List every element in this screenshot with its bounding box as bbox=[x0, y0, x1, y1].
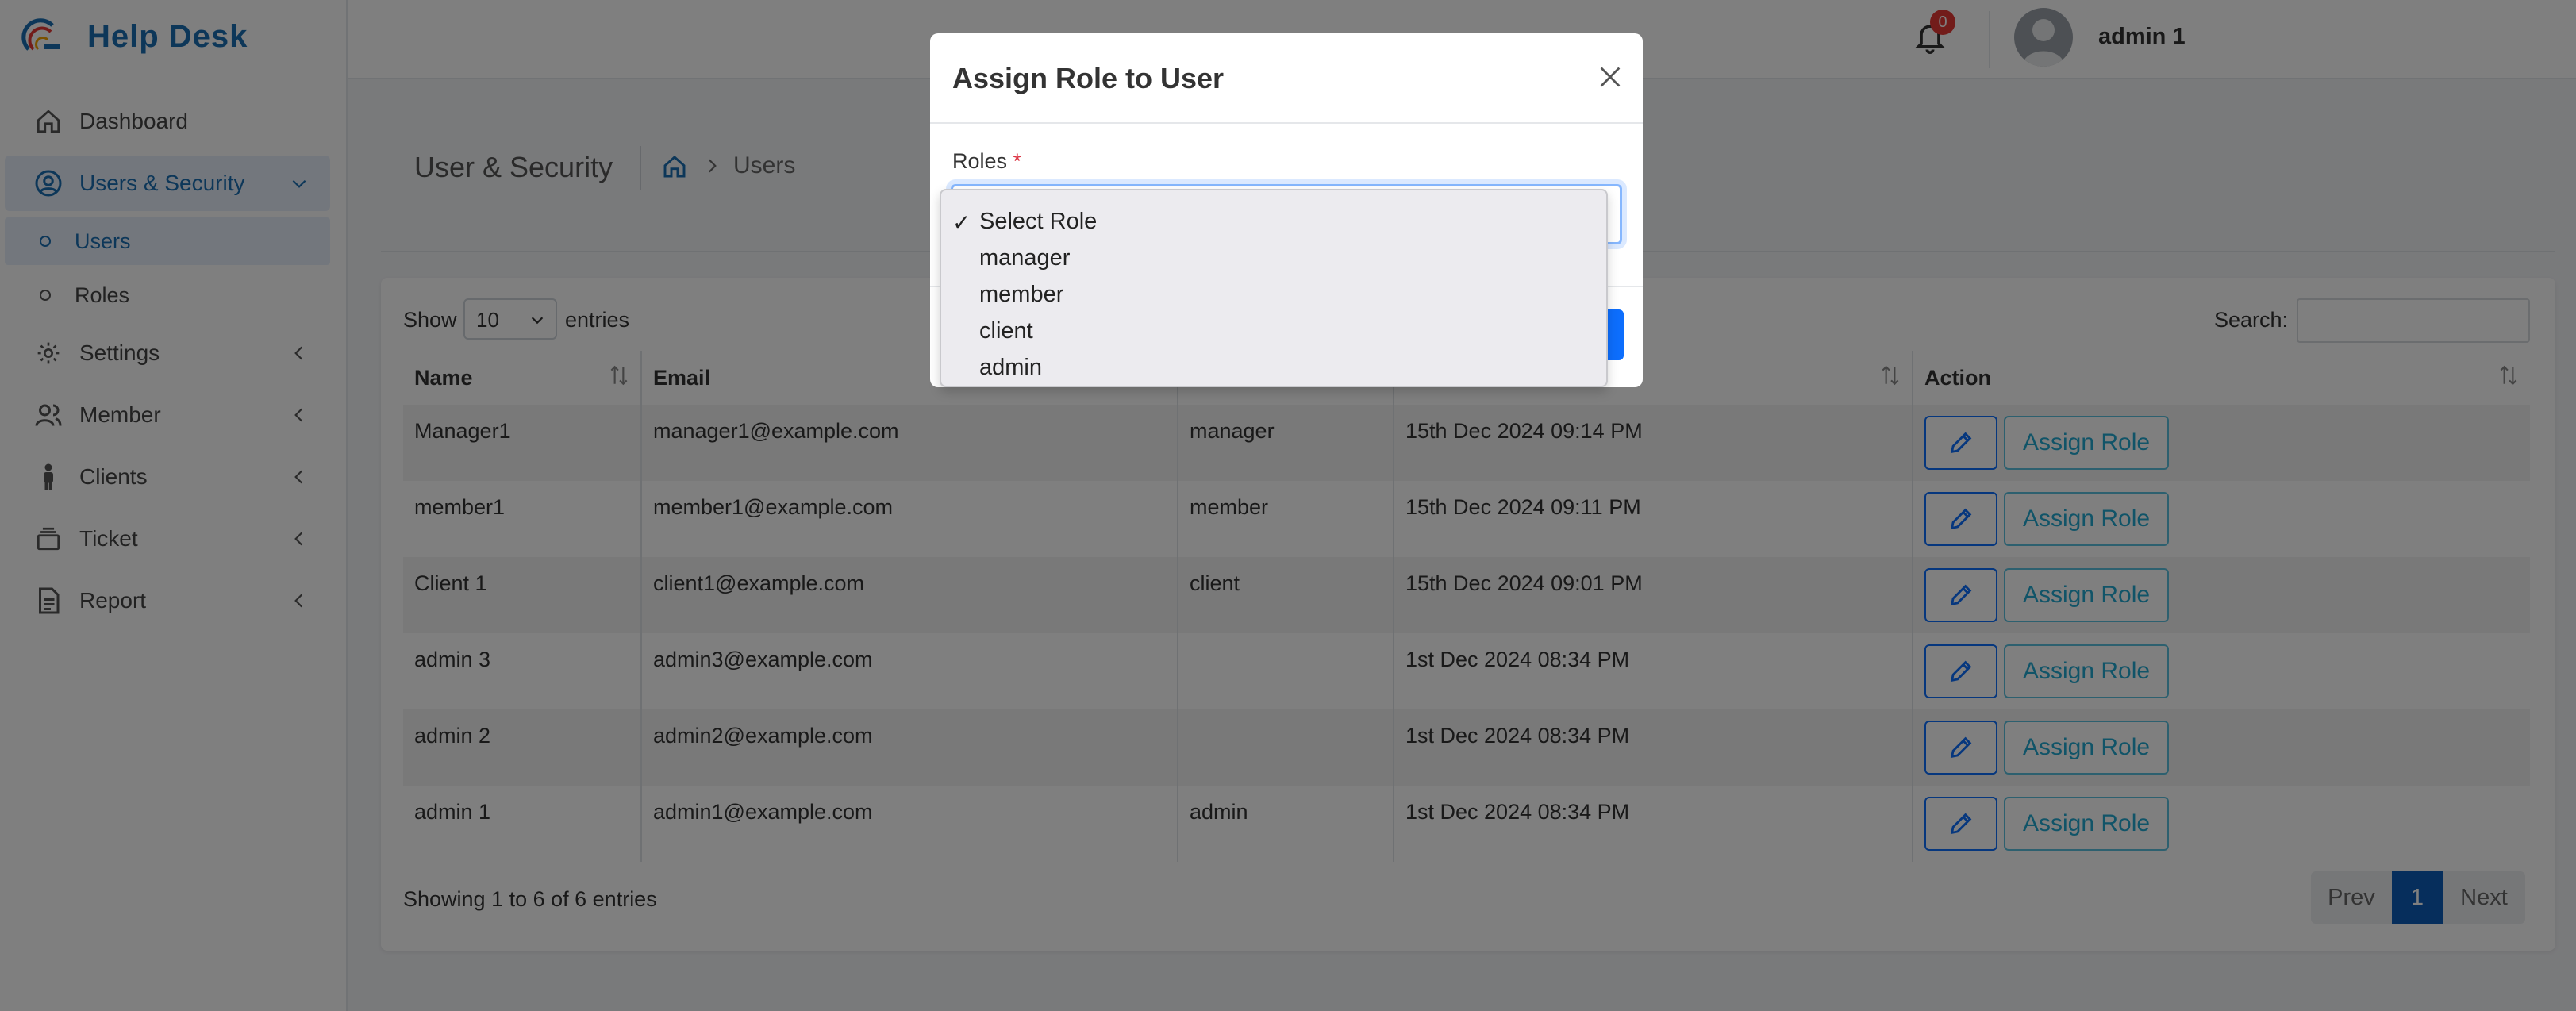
close-icon[interactable] bbox=[1597, 63, 1624, 90]
modal-title: Assign Role to User bbox=[952, 62, 1225, 94]
role-option-select-role[interactable]: ✓ Select Role bbox=[941, 203, 1606, 240]
roles-label-text: Roles bbox=[952, 149, 1008, 173]
roles-dropdown: ✓ Select Role manager member client admi… bbox=[940, 189, 1608, 387]
option-label: admin bbox=[979, 354, 1042, 380]
role-option-client[interactable]: client bbox=[941, 313, 1606, 349]
check-icon: ✓ bbox=[952, 210, 971, 235]
role-option-admin[interactable]: admin bbox=[941, 349, 1606, 386]
option-label: client bbox=[979, 317, 1033, 344]
option-label: manager bbox=[979, 244, 1071, 271]
option-label: member bbox=[979, 281, 1064, 307]
modal-divider bbox=[930, 122, 1643, 124]
roles-label: Roles * bbox=[952, 149, 1021, 174]
role-option-member[interactable]: member bbox=[941, 276, 1606, 313]
option-label: Select Role bbox=[979, 208, 1098, 234]
role-option-manager[interactable]: manager bbox=[941, 240, 1606, 276]
required-mark: * bbox=[1013, 149, 1022, 173]
